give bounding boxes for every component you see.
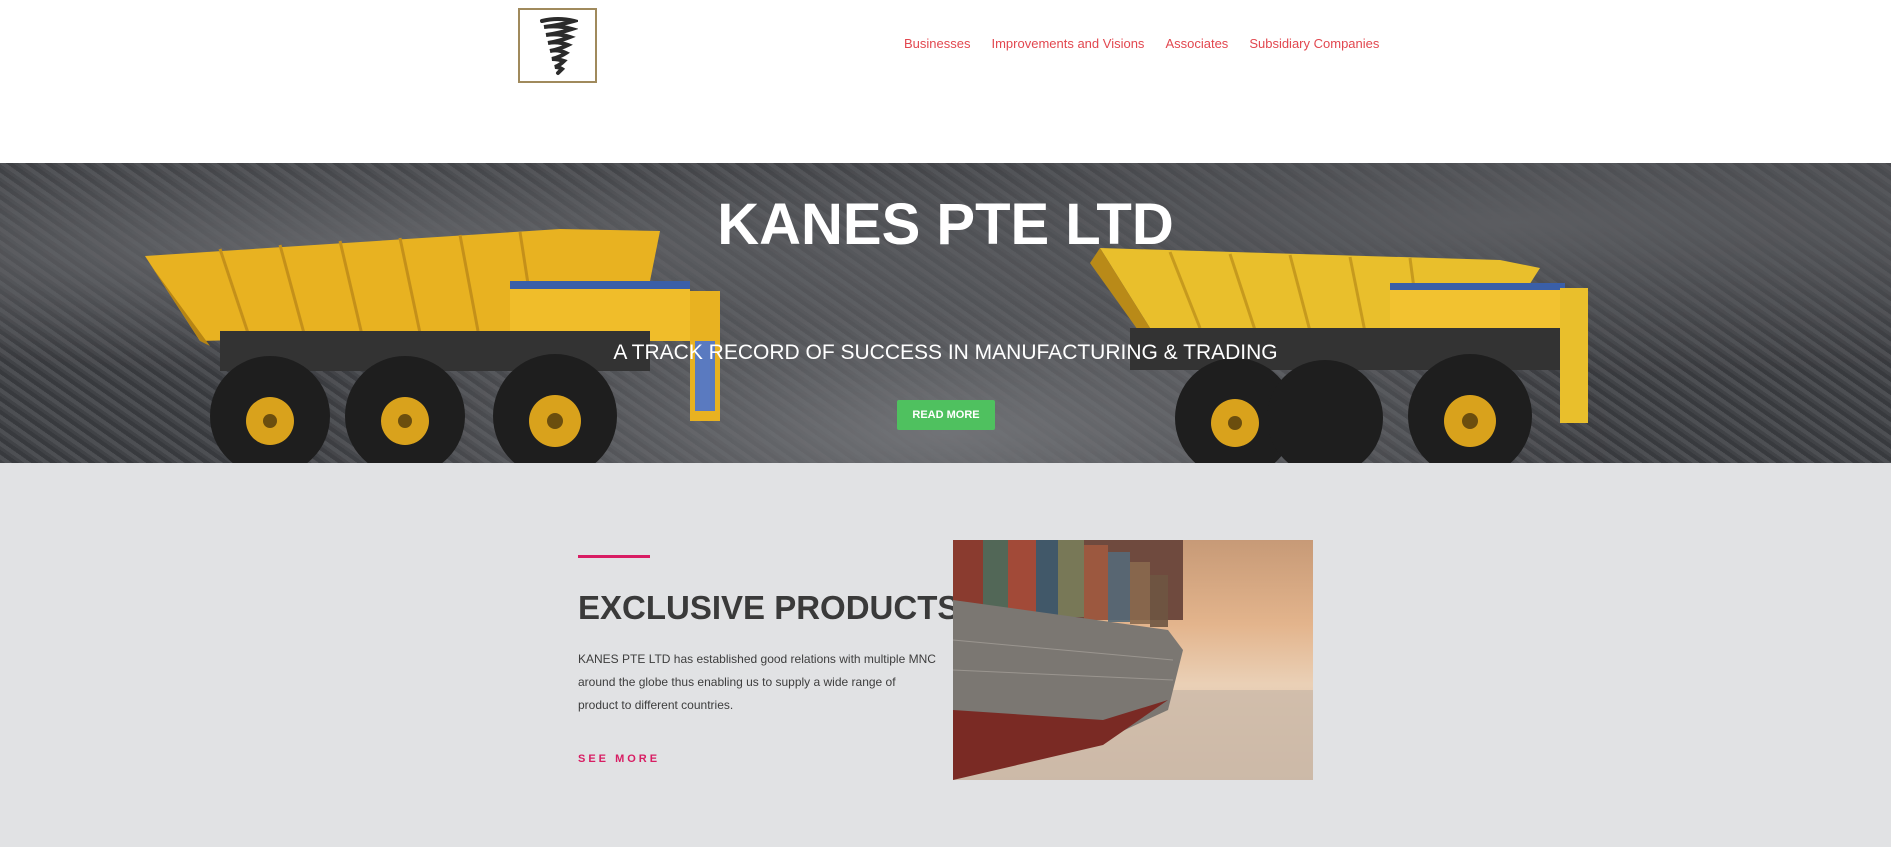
cargo-ship-image [953, 540, 1313, 780]
see-more-link[interactable]: SEE MORE [578, 753, 660, 765]
exclusive-products-section: EXCLUSIVE PRODUCTS KANES PTE LTD has est… [0, 463, 1891, 847]
nav-link-businesses[interactable]: Businesses [904, 36, 970, 51]
hero-banner: KANES PTE LTD A TRACK RECORD OF SUCCESS … [0, 163, 1891, 463]
spiral-logo-icon [539, 16, 578, 75]
hero-subtitle: A TRACK RECORD OF SUCCESS IN MANUFACTURI… [613, 341, 1278, 364]
hero-title: KANES PTE LTD [717, 192, 1174, 257]
nav-link-improvements-and-visions[interactable]: Improvements and Visions [991, 36, 1144, 51]
cargo-ship-illustration [953, 540, 1313, 780]
section-title: EXCLUSIVE PRODUCTS [578, 589, 960, 626]
main-nav: Businesses Improvements and Visions Asso… [904, 36, 1400, 51]
section-description: KANES PTE LTD has established good relat… [578, 652, 936, 712]
nav-link-associates[interactable]: Associates [1165, 36, 1228, 51]
accent-divider [578, 555, 650, 558]
read-more-button[interactable]: READ MORE [897, 400, 995, 430]
site-header: Businesses Improvements and Visions Asso… [0, 0, 1891, 163]
nav-link-subsidiary-companies[interactable]: Subsidiary Companies [1249, 36, 1379, 51]
company-logo[interactable] [518, 8, 597, 83]
